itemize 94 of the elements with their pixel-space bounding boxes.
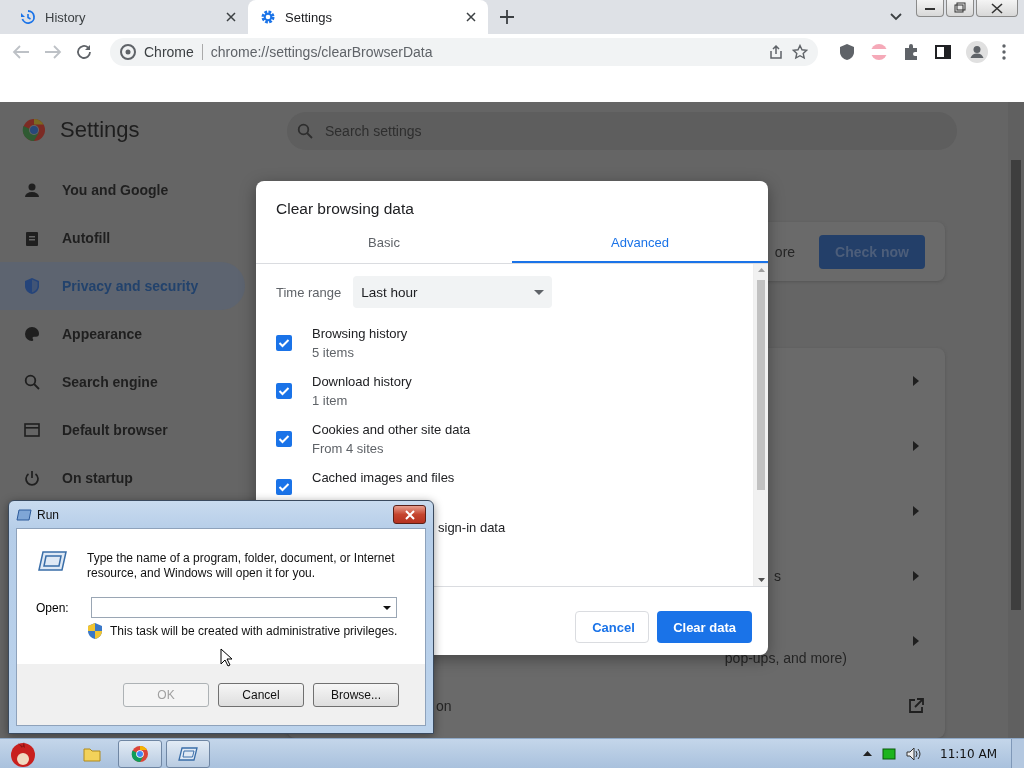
chevron-down-icon[interactable] (890, 13, 902, 21)
share-icon[interactable] (768, 44, 784, 60)
scroll-up-icon[interactable] (757, 268, 765, 272)
profile-icon[interactable] (966, 41, 988, 63)
chrome-logo-icon (22, 118, 46, 142)
close-tab-icon[interactable] (226, 12, 236, 22)
dialog-button[interactable]: Cancel (218, 682, 304, 707)
sidebar-item[interactable]: Default browser (0, 406, 245, 454)
item-label: Cached images and files (312, 470, 455, 485)
scrollbar[interactable] (753, 264, 768, 586)
clock[interactable]: 11:10 AM (940, 746, 997, 761)
dropdown-arrow-icon (534, 289, 545, 295)
run-icon[interactable] (178, 746, 198, 761)
reload-icon[interactable] (76, 44, 94, 60)
shield-icon (24, 278, 40, 294)
palette-icon (24, 326, 40, 342)
network-icon[interactable] (882, 747, 897, 760)
row-text: pop-ups, and more) (724, 650, 847, 666)
url-text: chrome://settings/clearBrowserData (210, 44, 434, 60)
checkbox[interactable] (276, 383, 292, 399)
row-text: s (774, 567, 781, 584)
taskbar-button[interactable] (166, 739, 210, 768)
clipboard-icon (24, 230, 40, 246)
row-text: on (436, 697, 452, 714)
scrollbar[interactable] (1008, 102, 1024, 738)
arrow-right-icon[interactable] (913, 440, 919, 451)
external-link-icon[interactable] (908, 697, 924, 714)
arrow-right-icon[interactable] (913, 375, 919, 386)
open-label: Open: (36, 600, 69, 615)
shield-icon[interactable] (838, 43, 856, 61)
item-label: sign-in data (438, 520, 506, 535)
item-label: Browsing history (312, 326, 408, 341)
close-button[interactable] (976, 0, 1018, 17)
item-detail: From 4 sites (312, 441, 385, 456)
time-range-label: Time range (276, 284, 342, 300)
search-icon (24, 374, 40, 390)
person-icon (24, 182, 40, 198)
puzzle-icon[interactable] (902, 43, 920, 61)
dropdown-arrow-icon[interactable] (383, 605, 391, 610)
time-range-dropdown[interactable]: Last hour (353, 276, 553, 308)
checkbox[interactable] (276, 431, 292, 447)
mouse-cursor-icon (220, 648, 233, 667)
admin-note: This task will be created with administrative privileges. (110, 624, 398, 638)
close-icon (403, 509, 416, 520)
item-label: Cookies and other site data (312, 422, 471, 437)
cancel-button[interactable]: Cancel (575, 611, 650, 643)
browser-tab[interactable]: History (8, 0, 248, 34)
sidebar-item[interactable]: You and Google (0, 166, 245, 214)
checkbox[interactable] (276, 335, 292, 351)
scroll-down-icon[interactable] (757, 578, 765, 582)
item-detail: 1 item (312, 393, 349, 408)
tray-up-icon[interactable] (863, 751, 873, 756)
item-detail: 5 items (312, 345, 355, 360)
side-panel-icon[interactable] (934, 43, 952, 61)
run-icon (16, 508, 32, 521)
gear-icon (260, 9, 276, 25)
clear-data-button[interactable]: Clear data (657, 611, 752, 643)
sidebar-item[interactable]: Autofill (0, 214, 245, 262)
search-icon (297, 123, 313, 139)
browser-tab[interactable]: Settings (248, 0, 488, 34)
restore-icon (951, 2, 969, 14)
card-text: ore (774, 243, 796, 260)
menu-icon[interactable] (1002, 44, 1006, 60)
checkbox[interactable] (276, 479, 292, 495)
dialog-tab[interactable]: Advanced (512, 223, 768, 263)
close-button[interactable] (393, 505, 426, 524)
dialog-button: OK (123, 682, 209, 707)
open-field[interactable] (90, 597, 397, 618)
close-tab-icon[interactable] (466, 12, 476, 22)
arrow-right-icon[interactable] (913, 635, 919, 646)
uac-shield-icon (88, 623, 102, 639)
minimize-button[interactable] (916, 0, 944, 17)
dialog-tab[interactable]: Basic (256, 223, 512, 263)
dialog-title: Clear browsing data (275, 199, 415, 219)
page-title: Settings (60, 117, 140, 143)
restore-button[interactable] (946, 0, 974, 17)
item-label: Download history (312, 374, 412, 389)
dialog-button[interactable]: Browse... (313, 682, 399, 707)
sidebar-item[interactable]: Search engine (0, 358, 245, 406)
history-icon (20, 9, 36, 25)
star-icon[interactable] (792, 44, 808, 60)
run-program-icon (37, 551, 67, 571)
arrow-right-icon[interactable] (913, 570, 919, 581)
run-instructions: Type the name of a program, folder, document, or Internet resource, and Windows will open it for you. (87, 551, 396, 581)
sidebar-item[interactable]: Appearance (0, 310, 245, 358)
browser-window-icon (24, 422, 40, 438)
speaker-icon[interactable] (906, 746, 923, 761)
sidebar-item[interactable]: On startup (0, 454, 245, 502)
power-icon (24, 470, 40, 486)
taskbar-button[interactable] (118, 739, 162, 768)
address-bar[interactable]: Chrome chrome://settings/clearBrowserData (110, 38, 818, 66)
window-title: Run (37, 507, 59, 522)
site-label: Chrome (144, 44, 194, 60)
arrow-right-icon[interactable] (913, 505, 919, 516)
